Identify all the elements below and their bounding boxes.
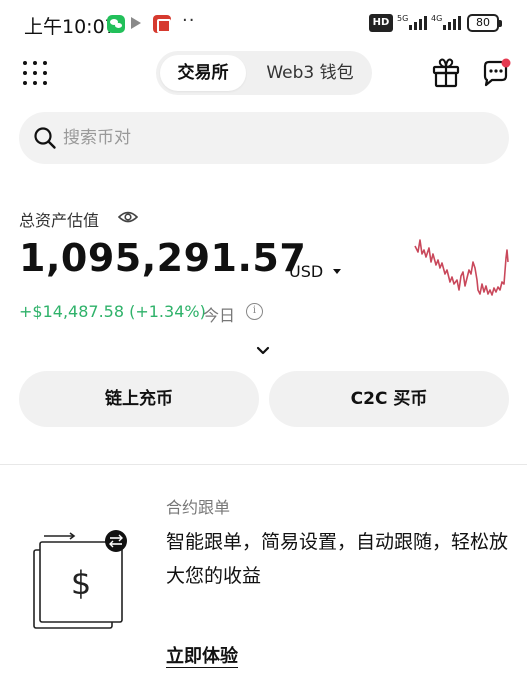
search-icon [34, 127, 56, 149]
today-pnl: +$14,487.58 (+1.34%) [19, 302, 206, 321]
mode-switch: 交易所 Web3 钱包 [156, 51, 372, 95]
info-icon[interactable]: i [246, 303, 263, 320]
chevron-down-icon[interactable] [256, 346, 270, 356]
more-notifications-icon: ·· [182, 10, 196, 31]
dollar-icon: $ [71, 564, 91, 602]
play-notification-icon [131, 17, 141, 29]
try-now-link[interactable]: 立即体验 [166, 642, 238, 668]
eye-icon[interactable] [118, 209, 138, 225]
c2c-buy-button[interactable]: C2C 买币 [269, 371, 509, 427]
search-input[interactable] [63, 112, 483, 164]
hd-voice-icon: HD [369, 14, 393, 32]
onchain-deposit-button[interactable]: 链上充币 [19, 371, 259, 427]
signal-5g-icon: 5G [397, 14, 429, 32]
status-bar: 上午10:07 ·· HD 5G 4G 80 [0, 0, 527, 48]
gift-icon[interactable] [432, 58, 460, 88]
tab-web3-wallet[interactable]: Web3 钱包 [252, 55, 368, 91]
tab-exchange[interactable]: 交易所 [160, 55, 246, 91]
promo-subtitle: 合约跟单 [166, 498, 231, 517]
signal-4g-label: 4G [431, 14, 443, 23]
battery-icon: 80 [467, 14, 502, 32]
wechat-notification-icon [107, 15, 125, 33]
search-bar[interactable] [19, 112, 509, 164]
transfer-icon [105, 530, 127, 552]
signal-4g-icon: 4G [431, 14, 463, 32]
status-time: 上午10:07 [24, 16, 117, 38]
chevron-down-icon[interactable] [333, 269, 341, 274]
assets-sparkline[interactable] [412, 232, 512, 310]
total-assets-value: 1,095,291.57 [19, 236, 307, 280]
currency-selector[interactable]: USD [289, 262, 323, 281]
promo-title: 智能跟单，简易设置，自动跟随，轻松放大您的收益 [166, 531, 509, 587]
copy-trading-illustration: $ [33, 530, 127, 629]
today-label: 今日 [203, 306, 236, 325]
sparkline-line [414, 239, 509, 296]
grid-menu-icon[interactable] [22, 60, 48, 86]
messages-icon[interactable] [481, 58, 511, 88]
signal-5g-label: 5G [397, 14, 409, 23]
section-divider [0, 464, 527, 465]
total-assets-label: 总资产估值 [19, 211, 100, 230]
notification-dot [501, 58, 511, 68]
taobao-notification-icon [153, 15, 171, 33]
